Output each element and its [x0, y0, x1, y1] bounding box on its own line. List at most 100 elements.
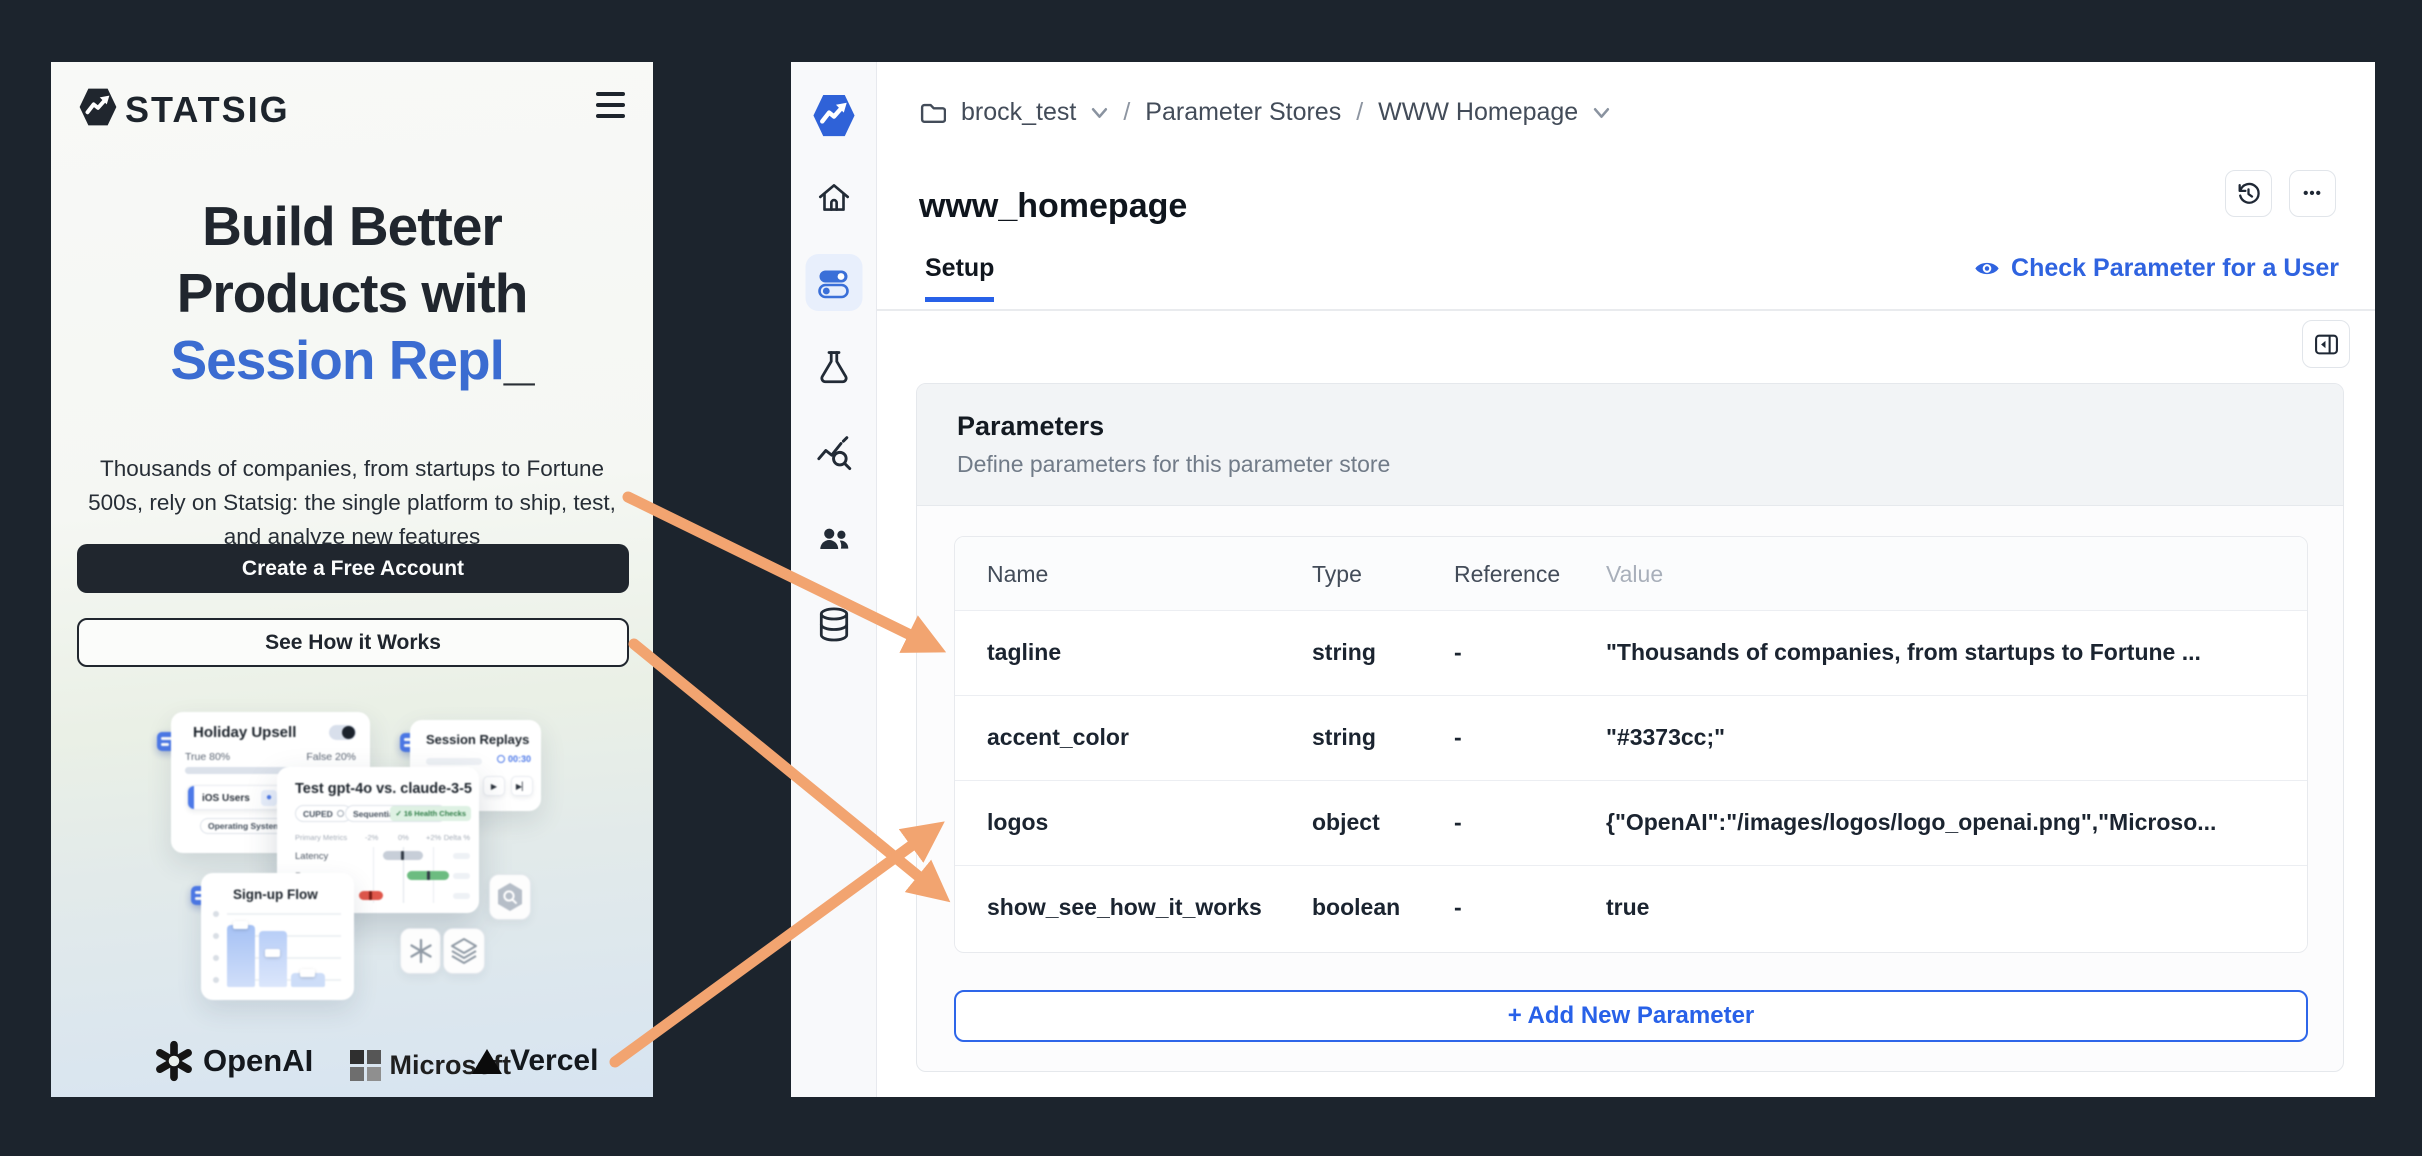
panel-collapse-icon [2314, 333, 2339, 356]
folder-icon [919, 99, 946, 126]
home-icon [815, 179, 853, 217]
mockup-card-title: Holiday Upsell [193, 724, 296, 741]
see-how-it-works-button[interactable]: See How it Works [77, 618, 629, 667]
metrics-col-header: Primary Metrics [295, 833, 347, 842]
check-parameter-label: Check Parameter for a User [2011, 254, 2339, 283]
person-icon: ● [261, 790, 277, 806]
sidebar-statsig-logo[interactable] [810, 92, 857, 139]
param-reference: - [1454, 894, 1462, 921]
site-header: STATSIG [51, 62, 653, 152]
mockup-card-title: Sign-up Flow [233, 887, 318, 902]
param-value: true [1606, 894, 1649, 921]
chevron-down-icon[interactable] [1091, 107, 1108, 119]
param-type: object [1312, 809, 1380, 836]
sidebar-item-parameter-stores[interactable] [805, 254, 862, 311]
parameters-subtitle: Define parameters for this parameter sto… [957, 451, 2303, 478]
param-value: "#3373cc;" [1606, 724, 1725, 751]
metric-label: Latency [295, 851, 328, 862]
play-button[interactable]: ▶ [483, 776, 505, 796]
breadcrumb-separator: / [1356, 98, 1363, 127]
ci-bar-engagement [359, 891, 383, 900]
table-row[interactable]: accent_color string - "#3373cc;" [955, 696, 2307, 781]
microsoft-logo-icon [350, 1050, 381, 1081]
hero-tagline-line2: 500s, rely on Statsig: the single platfo… [51, 486, 653, 520]
cuped-chip[interactable]: CUPED [295, 805, 352, 822]
parameters-card-header: Parameters Define parameters for this pa… [917, 384, 2343, 506]
partner-vercel: Vercel [471, 1044, 598, 1078]
database-icon [814, 604, 854, 646]
toggles-icon [816, 265, 852, 301]
partner-name: OpenAI [203, 1043, 313, 1079]
sidebar-item-home[interactable] [815, 179, 853, 217]
hero-heading-line1: Build Better [51, 199, 653, 254]
tab-divider [877, 309, 2375, 311]
dropdown-label: Operating System [208, 821, 281, 831]
table-row[interactable]: logos object - {"OpenAI":"/images/logos/… [955, 781, 2307, 866]
hero-heading-line3: Session Repl_ [51, 333, 653, 388]
ellipsis-icon: ••• [2303, 185, 2322, 202]
param-reference: - [1454, 724, 1462, 751]
parameters-card: Parameters Define parameters for this pa… [916, 383, 2344, 1072]
breadcrumb-current[interactable]: WWW Homepage [1378, 98, 1578, 127]
desktop-background: STATSIG Build Better Products with Sessi… [0, 0, 2422, 1156]
segment-label: iOS Users [202, 793, 250, 804]
clock-icon [497, 755, 505, 763]
param-name: accent_color [987, 724, 1129, 751]
statsig-logo-icon [810, 92, 857, 139]
chevron-down-icon[interactable] [1593, 107, 1610, 119]
delta-col-header: Delta % [444, 833, 470, 842]
sidebar-item-metrics[interactable] [813, 433, 855, 475]
parameters-title: Parameters [957, 411, 2303, 442]
tick-label: -2% [365, 833, 378, 842]
parameters-table: Name Type Reference Value tagline string… [954, 536, 2308, 953]
partner-name: Vercel [510, 1044, 598, 1078]
create-account-button[interactable]: Create a Free Account [77, 544, 629, 593]
breadcrumb: brock_test / Parameter Stores / WWW Home… [919, 98, 1610, 127]
skip-button[interactable]: ▶▏ [511, 776, 533, 796]
table-row[interactable]: show_see_how_it_works boolean - true [955, 866, 2307, 951]
ci-bar-revenue [407, 871, 449, 880]
layers-tile [443, 928, 485, 974]
param-name: tagline [987, 639, 1061, 666]
sidebar-item-data[interactable] [814, 604, 854, 646]
check-parameter-link[interactable]: Check Parameter for a User [1973, 254, 2339, 283]
toggle-switch-icon [329, 725, 356, 740]
page-title: www_homepage [919, 187, 1187, 226]
typing-cursor: _ [504, 329, 534, 391]
table-row[interactable]: tagline string - "Thousands of companies… [955, 611, 2307, 696]
signup-flow-card: Sign-up Flow [201, 873, 354, 1000]
history-button[interactable] [2225, 170, 2272, 217]
collapse-panel-button[interactable] [2302, 320, 2350, 368]
tab-setup[interactable]: Setup [925, 254, 994, 302]
column-header-reference: Reference [1454, 561, 1560, 588]
breadcrumb-separator: / [1123, 98, 1130, 127]
hero-heading-accent: Session Repl [171, 329, 504, 391]
vercel-logo-icon [471, 1047, 503, 1075]
tick-label: +2% [426, 833, 441, 842]
breadcrumb-project[interactable]: brock_test [961, 98, 1076, 127]
add-new-parameter-button[interactable]: + Add New Parameter [954, 990, 2308, 1042]
tick-label: 0% [398, 833, 409, 842]
breadcrumb-section[interactable]: Parameter Stores [1145, 98, 1341, 127]
flag-false-label: False 20% [306, 751, 356, 763]
ci-bar-latency [383, 851, 423, 860]
sidebar-item-experiments[interactable] [814, 347, 854, 387]
funnel-bar-2 [259, 931, 287, 987]
hexagon-search-icon [496, 882, 524, 912]
sidebar [791, 62, 877, 1097]
console-content: brock_test / Parameter Stores / WWW Home… [877, 62, 2375, 1097]
menu-icon[interactable] [596, 92, 625, 118]
statsig-logo-icon [77, 84, 119, 130]
table-header-row: Name Type Reference Value [955, 537, 2307, 611]
param-type: string [1312, 724, 1376, 751]
param-reference: - [1454, 639, 1462, 666]
hero-tagline-line1: Thousands of companies, from startups to… [51, 452, 653, 486]
param-type: string [1312, 639, 1376, 666]
health-checks-badge: ✓ 16 Health Checks [390, 806, 471, 821]
search-hexagon-tile [489, 874, 531, 920]
more-options-button[interactable]: ••• [2289, 170, 2336, 217]
sidebar-item-users[interactable] [815, 520, 853, 558]
statsig-website-preview: STATSIG Build Better Products with Sessi… [51, 62, 653, 1097]
column-header-name: Name [987, 561, 1048, 588]
product-mockups: Holiday Upsell True 80% False 20% iOS Us… [51, 692, 653, 1072]
